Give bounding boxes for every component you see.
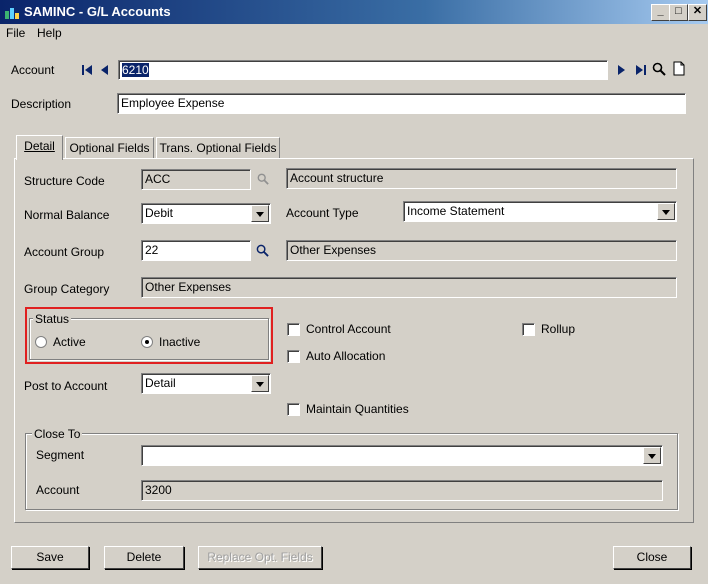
- title-bar[interactable]: SAMINC - G/L Accounts _ □ ✕: [0, 0, 708, 24]
- segment-select[interactable]: [141, 445, 663, 466]
- new-record-icon[interactable]: [673, 61, 685, 76]
- control-account-label: Control Account: [306, 322, 391, 336]
- normal-balance-value: Debit: [145, 206, 174, 220]
- replace-opt-fields-button: Replace Opt. Fields: [198, 546, 322, 569]
- search-icon[interactable]: [652, 62, 666, 76]
- close-account-field: 3200: [141, 480, 663, 501]
- structure-description-field: Account structure: [286, 168, 677, 189]
- group-category-field: Other Expenses: [141, 277, 677, 298]
- account-group-description-field: Other Expenses: [286, 240, 677, 261]
- next-record-icon[interactable]: [616, 65, 626, 75]
- account-group-search-icon[interactable]: [256, 244, 269, 257]
- account-group-label: Account Group: [24, 245, 105, 259]
- account-type-value: Income Statement: [407, 204, 505, 218]
- control-account-checkbox[interactable]: [287, 323, 300, 336]
- chevron-down-icon[interactable]: [643, 447, 661, 464]
- last-record-icon[interactable]: [632, 65, 646, 75]
- app-icon: [5, 8, 19, 19]
- close-to-label: Close To: [32, 427, 83, 441]
- chevron-down-icon[interactable]: [251, 205, 269, 222]
- normal-balance-label: Normal Balance: [24, 208, 110, 222]
- account-input[interactable]: 6210: [118, 60, 608, 80]
- rollup-checkbox[interactable]: [522, 323, 535, 336]
- post-to-account-select[interactable]: Detail: [141, 373, 271, 394]
- status-group-label: Status: [33, 312, 72, 326]
- account-group-input[interactable]: 22: [141, 240, 251, 261]
- description-label: Description: [11, 97, 72, 111]
- previous-record-icon[interactable]: [100, 65, 110, 75]
- first-record-icon[interactable]: [82, 65, 96, 75]
- maximize-button[interactable]: □: [669, 4, 688, 21]
- segment-label: Segment: [36, 448, 85, 462]
- post-to-account-value: Detail: [145, 376, 176, 390]
- tab-trans-optional-fields-label: Trans. Optional Fields: [159, 141, 277, 155]
- normal-balance-select[interactable]: Debit: [141, 203, 271, 224]
- tab-detail[interactable]: Detail: [16, 135, 63, 160]
- post-to-account-label: Post to Account: [24, 379, 108, 393]
- group-category-label: Group Category: [24, 282, 110, 296]
- menu-help[interactable]: Help: [37, 26, 62, 40]
- window-title: SAMINC - G/L Accounts: [24, 4, 171, 19]
- chevron-down-icon[interactable]: [657, 203, 675, 220]
- account-type-label: Account Type: [286, 206, 359, 220]
- status-inactive-radio[interactable]: [141, 336, 153, 348]
- menu-bar: File Help: [0, 24, 708, 44]
- auto-allocation-checkbox[interactable]: [287, 350, 300, 363]
- tab-detail-label: Detail: [24, 139, 55, 153]
- status-active-label: Active: [53, 335, 86, 349]
- delete-button[interactable]: Delete: [104, 546, 184, 569]
- tab-optional-fields[interactable]: Optional Fields: [65, 137, 154, 159]
- status-inactive-label: Inactive: [159, 335, 201, 349]
- account-label: Account: [11, 63, 55, 77]
- status-active-radio[interactable]: [35, 336, 47, 348]
- minimize-button[interactable]: _: [651, 4, 670, 21]
- account-type-select[interactable]: Income Statement: [403, 201, 677, 222]
- maintain-quantities-checkbox[interactable]: [287, 403, 300, 416]
- close-account-label: Account: [36, 483, 80, 497]
- save-button[interactable]: Save: [11, 546, 89, 569]
- structure-code-search-icon: [257, 173, 269, 185]
- tab-optional-fields-label: Optional Fields: [69, 141, 150, 155]
- account-value: 6210: [122, 63, 149, 77]
- close-button[interactable]: Close: [613, 546, 691, 569]
- rollup-label: Rollup: [541, 322, 576, 336]
- close-window-button[interactable]: ✕: [688, 4, 707, 21]
- description-input[interactable]: Employee Expense: [117, 93, 686, 114]
- auto-allocation-label: Auto Allocation: [306, 349, 386, 363]
- chevron-down-icon[interactable]: [251, 375, 269, 392]
- maintain-quantities-label: Maintain Quantities: [306, 402, 409, 416]
- menu-file[interactable]: File: [6, 26, 25, 40]
- structure-code-label: Structure Code: [24, 174, 105, 188]
- tab-trans-optional-fields[interactable]: Trans. Optional Fields: [156, 137, 280, 159]
- structure-code-field: ACC: [141, 169, 251, 190]
